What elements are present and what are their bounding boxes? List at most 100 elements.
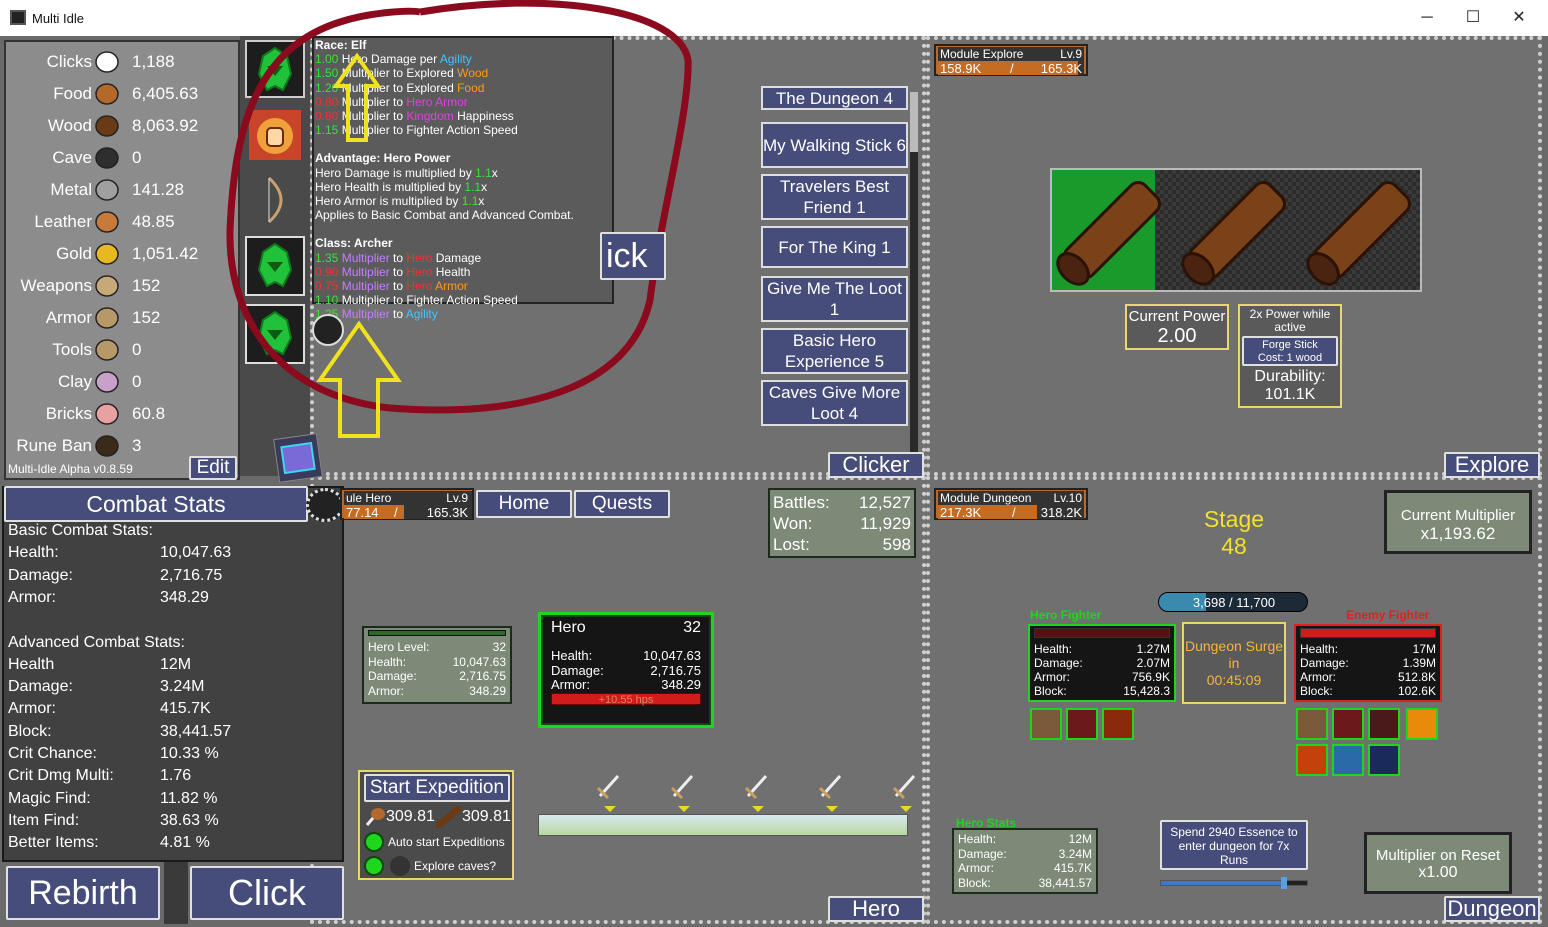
dungeon-progress-text: 3,698 / 11,700 <box>1192 595 1276 610</box>
resource-value: 1,051.42 <box>132 244 199 263</box>
spend-essence-button[interactable]: Spend 2940 Essence to enter dungeon for … <box>1160 820 1308 870</box>
quest-item[interactable]: Caves Give More Loot 4 <box>761 380 908 426</box>
quest-item[interactable]: Basic Hero Experience 5 <box>761 328 908 374</box>
lost-label: Lost: <box>773 535 810 554</box>
resource-label: Leather <box>34 212 92 231</box>
start-expedition-button[interactable]: Start Expedition <box>364 774 510 802</box>
current-multiplier-box: Current Multiplier x1,193.62 <box>1384 490 1532 554</box>
hero-module-name: ule Hero <box>346 491 392 505</box>
resource-row-armor: Armor 152 <box>4 302 240 334</box>
auto-start-toggle[interactable] <box>364 832 384 852</box>
resource-value: 48.85 <box>132 212 175 231</box>
dungeon-surge-box: Dungeon Surge in 00:45:09 <box>1182 622 1286 704</box>
hero-card-armor: 348.29 <box>661 677 701 692</box>
hs-damage: 3.24M <box>1058 846 1092 861</box>
advanced-stat-row: Item Find: 38.63 % <box>8 812 338 834</box>
quest-item[interactable]: Travelers Best Friend 1 <box>761 174 908 220</box>
sword-icon <box>92 272 122 300</box>
explore-module-level: Lv.9 <box>1060 47 1082 61</box>
dungeon-xp-slash: / <box>1012 505 1016 520</box>
resource-row-metal: Metal 141.28 <box>4 174 240 206</box>
sword-marker-icon <box>670 774 694 812</box>
hf-block-label: Block: <box>1034 684 1067 698</box>
stat-value: 11.82 % <box>160 789 218 807</box>
hero-damage-label: Damage: <box>368 669 417 683</box>
quest-scrollbar[interactable] <box>910 92 918 464</box>
resource-label: Armor <box>45 308 92 327</box>
forge-stick-button[interactable]: Forge Stick Cost: 1 wood <box>1242 336 1338 366</box>
minimize-button[interactable]: ─ <box>1412 6 1442 30</box>
maximize-button[interactable]: ☐ <box>1458 6 1488 30</box>
resource-row-bricks: Bricks 60.8 <box>4 398 240 430</box>
hero-summary: Hero Level: 32 Health: 10,047.63 Damage: 2,… <box>362 626 512 704</box>
hero-skill-3-icon[interactable] <box>1102 708 1134 740</box>
enemy-skill-1-icon <box>1296 708 1328 740</box>
resource-value: 0 <box>132 148 142 167</box>
stat-value: 38,441.57 <box>160 722 232 740</box>
advanced-stat-row: Crit Dmg Multi: 1.76 <box>8 767 338 789</box>
power-active-label: 2x Power while active <box>1249 307 1331 334</box>
resource-value: 6,405.63 <box>132 84 199 103</box>
hero-card-damage: 2,716.75 <box>650 662 701 678</box>
stat-value: 12M <box>160 655 192 673</box>
combat-stats-title[interactable]: Combat Stats <box>4 486 308 522</box>
ef-armor-label: Armor: <box>1300 670 1336 684</box>
quests-button[interactable]: Quests <box>574 490 670 518</box>
hs-block-label: Block: <box>958 875 991 890</box>
resource-row-gold: Gold 1,051.42 <box>4 238 240 270</box>
clicker-click-button[interactable]: ick <box>600 232 666 280</box>
battles-label: Battles: <box>773 493 830 512</box>
rebirth-button[interactable]: Rebirth <box>6 866 160 920</box>
game-area: Clicks 1,188 Food 6,405.63 Wood 8,063.92 Cave 0… <box>0 0 1548 927</box>
hero-armor-label: Armor: <box>368 683 404 698</box>
edit-button[interactable]: Edit <box>189 456 237 480</box>
home-button[interactable]: Home <box>476 490 572 518</box>
explore-caves-toggle[interactable] <box>364 856 384 876</box>
hero-armor-value: 348.29 <box>469 683 506 698</box>
dungeon-progress-bar: 3,698 / 11,700 <box>1158 592 1308 612</box>
clicker-tab[interactable]: Clicker <box>828 452 924 478</box>
hero-tab[interactable]: Hero <box>828 896 924 922</box>
explore-caves-label: Explore caves? <box>414 859 497 873</box>
quest-item[interactable]: Give Me The Loot 1 <box>761 276 908 322</box>
explore-tab[interactable]: Explore <box>1444 452 1540 478</box>
gear-icon[interactable] <box>306 488 344 522</box>
ef-health: 17M <box>1412 642 1436 656</box>
stat-label: Armor: <box>8 588 56 606</box>
stat-label: Block: <box>8 722 52 740</box>
quest-item[interactable]: For The King 1 <box>761 226 908 268</box>
stat-label: Crit Chance: <box>8 745 97 762</box>
lost-value: 598 <box>882 535 911 554</box>
hero-xp: 77.14 <box>346 505 379 520</box>
forge-stick-cost: Cost: 1 wood <box>1257 352 1323 364</box>
stopwatch-icon <box>1332 744 1364 776</box>
enemy-skill-4-icon <box>1406 708 1438 740</box>
current-multiplier-value: x1,193.62 <box>1420 524 1496 543</box>
reset-label: Multiplier on Reset <box>1375 847 1501 864</box>
gear-toggle-icon[interactable] <box>312 314 344 346</box>
dungeon-module-name: Module Dungeon <box>940 491 1032 505</box>
sword-marker-icon <box>892 774 916 812</box>
hero-skill-1-icon[interactable] <box>1030 708 1062 740</box>
battles-value: 12,527 <box>859 493 911 512</box>
quest-item[interactable]: My Walking Stick 6 <box>761 122 908 168</box>
click-button[interactable]: Click <box>190 866 344 920</box>
durability-label: Durability: <box>1254 368 1326 385</box>
battle-record: Battles: 12,527 Won: 11,929 Lost: 598 <box>768 488 916 558</box>
dungeon-tab[interactable]: Dungeon <box>1444 896 1540 922</box>
ef-health-label: Health: <box>1300 642 1339 656</box>
spellbook-icon[interactable] <box>273 433 323 483</box>
hero-xp-slash: / <box>394 505 398 520</box>
log-icon <box>92 112 122 140</box>
close-button[interactable]: ✕ <box>1504 6 1534 30</box>
expedition-wood: 309.81 <box>462 808 511 825</box>
ef-armor: 512.8K <box>1397 670 1436 684</box>
quest-item[interactable]: The Dungeon 4 <box>761 86 908 110</box>
basic-combat-title: Basic Combat Stats: <box>8 522 153 539</box>
hero-skill-2-icon[interactable] <box>1066 708 1098 740</box>
expedition-markers <box>596 774 916 812</box>
stat-label: Crit Dmg Multi: <box>8 767 114 785</box>
essence-slider[interactable] <box>1160 877 1308 889</box>
resource-value: 1,188 <box>132 52 175 71</box>
expedition-track <box>538 814 908 836</box>
